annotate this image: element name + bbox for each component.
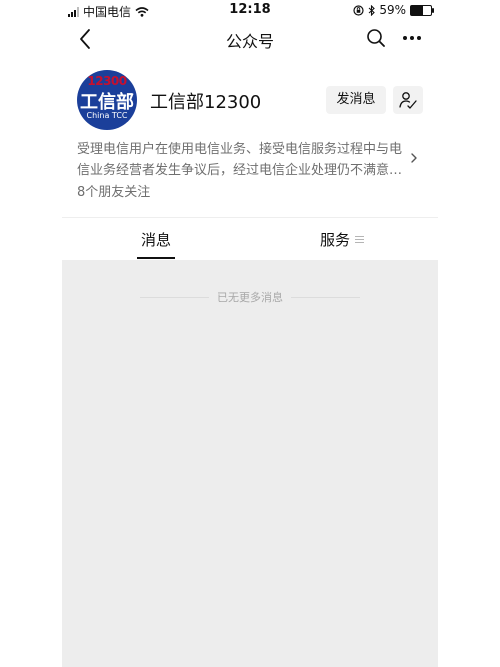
message-list: 已无更多消息 <box>62 260 438 667</box>
battery-fill <box>411 5 423 15</box>
search-icon <box>367 29 385 47</box>
orientation-lock-icon <box>353 4 364 16</box>
account-name: 工信部12300 <box>150 92 262 113</box>
profile-button[interactable] <box>393 86 423 114</box>
send-message-button[interactable]: 发消息 <box>326 86 386 114</box>
divider <box>62 217 438 218</box>
status-bar: 中国电信 12:18 59% <box>0 0 500 20</box>
divider-line-right <box>291 296 360 298</box>
tab-services[interactable]: 服务 <box>320 229 365 250</box>
avatar-name-en: China TCC <box>86 111 128 120</box>
tab-messages[interactable]: 消息 <box>137 229 175 250</box>
friends-following: 8个朋友关注 <box>77 185 151 200</box>
bluetooth-icon <box>368 4 376 16</box>
search-button[interactable] <box>364 26 388 50</box>
no-more-messages: 已无更多消息 <box>140 289 360 305</box>
account-description: 受理电信用户在使用电信业务、接受电信服务过程中与电信业务经营者发生争议后，经过电… <box>77 142 403 178</box>
status-right: 59% <box>353 3 434 17</box>
person-signature-icon <box>399 92 417 109</box>
account-avatar[interactable]: 12300 工信部 China TCC <box>77 70 137 130</box>
nav-bar: 公众号 <box>62 22 438 56</box>
tab-active-indicator <box>137 257 175 259</box>
tab-services-label: 服务 <box>320 231 351 249</box>
more-button[interactable] <box>400 26 424 50</box>
menu-icon <box>355 235 365 244</box>
more-icon <box>403 36 421 40</box>
battery-percent: 59% <box>379 3 406 17</box>
no-more-messages-text: 已无更多消息 <box>217 291 283 304</box>
avatar-number: 12300 <box>87 74 127 88</box>
divider-line-left <box>140 296 209 298</box>
chevron-right-icon <box>411 153 417 163</box>
description-expand-button[interactable] <box>408 150 420 164</box>
battery-icon <box>410 4 434 16</box>
